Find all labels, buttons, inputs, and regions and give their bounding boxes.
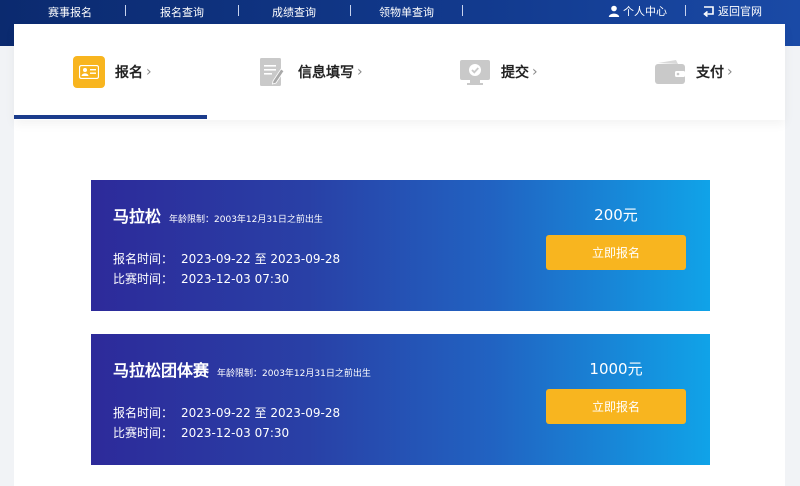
- event-title-row: 马拉松团体赛 年龄限制：2003年12月31日之前出生: [113, 357, 371, 381]
- step-pay[interactable]: 支付 ›: [654, 54, 733, 90]
- return-icon: [703, 6, 714, 17]
- step-signup[interactable]: 报名 ›: [73, 54, 152, 90]
- race-time-label: 比赛时间：: [113, 272, 174, 286]
- event-price: 1000元: [589, 360, 643, 378]
- event-age-limit: 年龄限制：2003年12月31日之前出生: [169, 215, 323, 225]
- event-registration-time: 报名时间： 2023-09-22 至 2023-09-28: [113, 250, 340, 267]
- event-race-time: 比赛时间： 2023-12-03 07:30: [113, 270, 289, 287]
- event-name: 马拉松: [113, 207, 162, 226]
- event-registration-time: 报名时间： 2023-09-22 至 2023-09-28: [113, 404, 340, 421]
- event-title-row: 马拉松 年龄限制：2003年12月31日之前出生: [113, 203, 323, 227]
- step-label: 信息填写: [298, 65, 354, 81]
- user-icon: [608, 5, 620, 17]
- nav-separator: [238, 5, 239, 16]
- registration-time-value: 2023-09-22 至 2023-09-28: [181, 406, 341, 420]
- user-center-label: 个人中心: [623, 5, 667, 18]
- nav-separator: [685, 5, 686, 16]
- nav-link-signup-query[interactable]: 报名查询: [160, 4, 204, 20]
- event-name: 马拉松团体赛: [113, 361, 210, 380]
- nav-link-pickup-query[interactable]: 领物单查询: [379, 4, 434, 20]
- chevron-right-icon: ›: [727, 64, 733, 80]
- active-step-indicator: [14, 115, 207, 119]
- monitor-check-icon: [459, 56, 491, 88]
- event-race-time: 比赛时间： 2023-12-03 07:30: [113, 424, 289, 441]
- race-time-label: 比赛时间：: [113, 426, 174, 440]
- event-age-limit: 年龄限制：2003年12月31日之前出生: [217, 369, 371, 379]
- race-time-value: 2023-12-03 07:30: [181, 426, 290, 440]
- register-now-button[interactable]: 立即报名: [546, 389, 686, 424]
- form-edit-icon: [256, 56, 288, 88]
- signup-steps: 报名 › 信息填写 › 提交 › 支付 ›: [14, 24, 785, 120]
- nav-link-event-signup[interactable]: 赛事报名: [48, 4, 92, 20]
- registration-time-label: 报名时间：: [113, 252, 174, 266]
- step-label: 报名: [115, 65, 143, 81]
- registration-time-label: 报名时间：: [113, 406, 174, 420]
- event-card: 马拉松 年龄限制：2003年12月31日之前出生 报名时间： 2023-09-22…: [91, 180, 710, 311]
- registration-time-value: 2023-09-22 至 2023-09-28: [181, 252, 341, 266]
- register-now-button[interactable]: 立即报名: [546, 235, 686, 270]
- nav-link-score-query[interactable]: 成绩查询: [272, 4, 316, 20]
- step-submit[interactable]: 提交 ›: [459, 54, 538, 90]
- race-time-value: 2023-12-03 07:30: [181, 272, 290, 286]
- id-card-icon: [73, 56, 105, 88]
- chevron-right-icon: ›: [146, 64, 152, 80]
- main-panel: 报名 › 信息填写 › 提交 › 支付 › 马拉松 年龄限制：2003年12月3…: [14, 24, 785, 486]
- step-label: 提交: [501, 65, 529, 81]
- wallet-icon: [654, 56, 686, 88]
- nav-separator: [462, 5, 463, 16]
- nav-separator: [125, 5, 126, 16]
- event-card: 马拉松团体赛 年龄限制：2003年12月31日之前出生 报名时间： 2023-09…: [91, 334, 710, 465]
- chevron-right-icon: ›: [532, 64, 538, 80]
- chevron-right-icon: ›: [357, 64, 363, 80]
- event-price: 200元: [594, 206, 638, 224]
- step-label: 支付: [696, 65, 724, 81]
- step-info-fill[interactable]: 信息填写 ›: [256, 54, 363, 90]
- nav-separator: [350, 5, 351, 16]
- back-to-site-link[interactable]: 返回官网: [702, 3, 762, 19]
- back-to-site-label: 返回官网: [718, 5, 762, 18]
- user-center-link[interactable]: 个人中心: [608, 3, 667, 19]
